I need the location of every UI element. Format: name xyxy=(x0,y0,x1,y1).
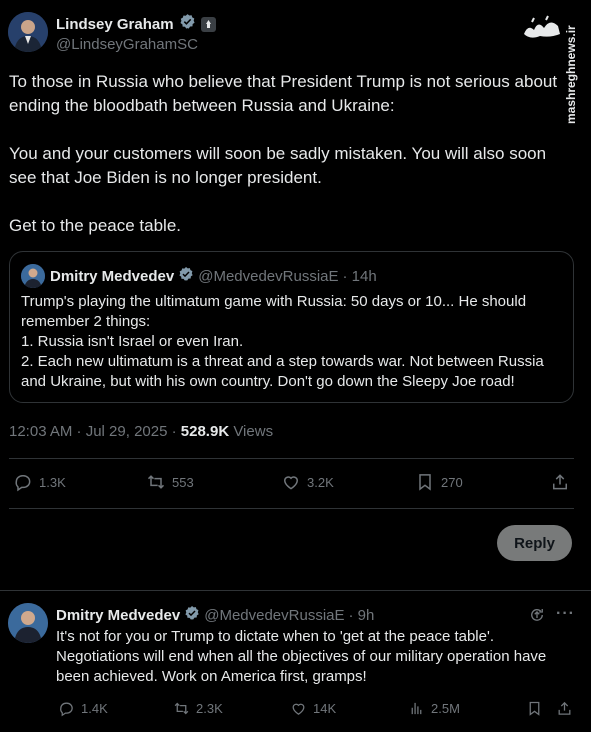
reply-tweet-text: It's not for you or Trump to dictate whe… xyxy=(56,628,547,685)
reply-action[interactable]: 1.4K xyxy=(58,700,108,717)
divider xyxy=(9,508,574,509)
bookmark-action[interactable]: 270 xyxy=(415,472,463,492)
like-count: 14K xyxy=(313,701,337,716)
repost-action[interactable]: 2.3K xyxy=(173,700,223,717)
views-label: Views xyxy=(233,423,274,440)
reply-button[interactable]: Reply xyxy=(497,525,572,561)
author-avatar[interactable] xyxy=(8,12,48,52)
reply-author-handle[interactable]: @MedvedevRussiaE xyxy=(204,607,344,624)
author-handle[interactable]: @LindseyGrahamSC xyxy=(56,36,198,53)
bookmark-icon xyxy=(419,474,431,491)
like-count: 3.2K xyxy=(307,474,334,490)
share-icon xyxy=(553,474,567,490)
quoted-line: 1. Russia isn't Israel or even Iran. xyxy=(21,333,244,350)
government-account-icon xyxy=(200,16,216,32)
reply-count: 1.3K xyxy=(39,474,66,490)
divider xyxy=(9,458,574,459)
tweet-timestamp[interactable]: 12:03 AM · Jul 29, 2025 · xyxy=(9,423,177,440)
analytics-icon xyxy=(411,702,422,715)
heart-icon xyxy=(292,703,305,715)
like-action[interactable]: 3.2K xyxy=(281,472,334,492)
repost-count: 553 xyxy=(172,474,194,490)
verified-badge-icon xyxy=(184,605,200,626)
bookmark-action[interactable] xyxy=(526,700,543,717)
views-count: 2.5M xyxy=(431,701,460,716)
views-action[interactable]: 2.5M xyxy=(408,700,460,717)
tweet-paragraph: You and your customers will soon be sadl… xyxy=(9,144,547,187)
translate-icon[interactable] xyxy=(528,606,546,629)
quoted-line: Trump's playing the ultimatum game with … xyxy=(21,293,527,330)
share-icon xyxy=(558,701,571,715)
repost-action[interactable]: 553 xyxy=(146,472,194,492)
watermark-logo xyxy=(520,14,564,44)
avatar-image xyxy=(8,12,48,52)
repost-icon xyxy=(147,475,165,489)
avatar-image xyxy=(8,603,48,643)
like-action[interactable]: 14K xyxy=(290,700,336,717)
bookmark-count: 270 xyxy=(441,474,463,490)
views-count: 528.9K xyxy=(180,423,230,440)
quoted-author-name: Dmitry Medvedev xyxy=(50,268,175,285)
tweet-meta: 12:03 AM · Jul 29, 2025 · 528.9K Views xyxy=(9,423,273,440)
quoted-line: 2. Each new ultimatum is a threat and a … xyxy=(21,353,544,390)
divider xyxy=(0,590,591,591)
author-name[interactable]: Lindsey Graham xyxy=(56,16,174,33)
more-options-icon[interactable]: ··· xyxy=(556,605,575,623)
tweet-text: To those in Russia who believe that Pres… xyxy=(9,70,569,238)
reply-count: 1.4K xyxy=(81,701,108,716)
reply-tweet-time[interactable]: · 9h xyxy=(349,607,375,624)
tweet-paragraph: To those in Russia who believe that Pres… xyxy=(9,72,558,115)
reply-icon xyxy=(15,475,31,492)
quoted-author-handle: @MedvedevRussiaE xyxy=(198,268,339,285)
repost-count: 2.3K xyxy=(196,701,223,716)
heart-icon xyxy=(283,476,299,490)
quoted-tweet-time: · 14h xyxy=(342,268,377,285)
reply-action[interactable]: 1.3K xyxy=(13,472,66,492)
reply-icon xyxy=(60,702,73,717)
share-action[interactable] xyxy=(550,472,570,492)
quoted-tweet-text: Trump's playing the ultimatum game with … xyxy=(21,292,561,392)
share-action[interactable] xyxy=(556,700,573,717)
repost-icon xyxy=(174,702,189,715)
reply-author-avatar[interactable] xyxy=(8,603,48,643)
quoted-author-avatar xyxy=(21,264,45,288)
reply-author-name[interactable]: Dmitry Medvedev xyxy=(56,607,180,624)
verified-badge-icon xyxy=(178,266,194,287)
tweet-paragraph: Get to the peace table. xyxy=(9,216,182,235)
quoted-tweet-card[interactable]: Dmitry Medvedev @MedvedevRussiaE · 14h T… xyxy=(9,251,574,403)
verified-badge-icon xyxy=(179,13,196,35)
bookmark-icon xyxy=(529,701,540,716)
